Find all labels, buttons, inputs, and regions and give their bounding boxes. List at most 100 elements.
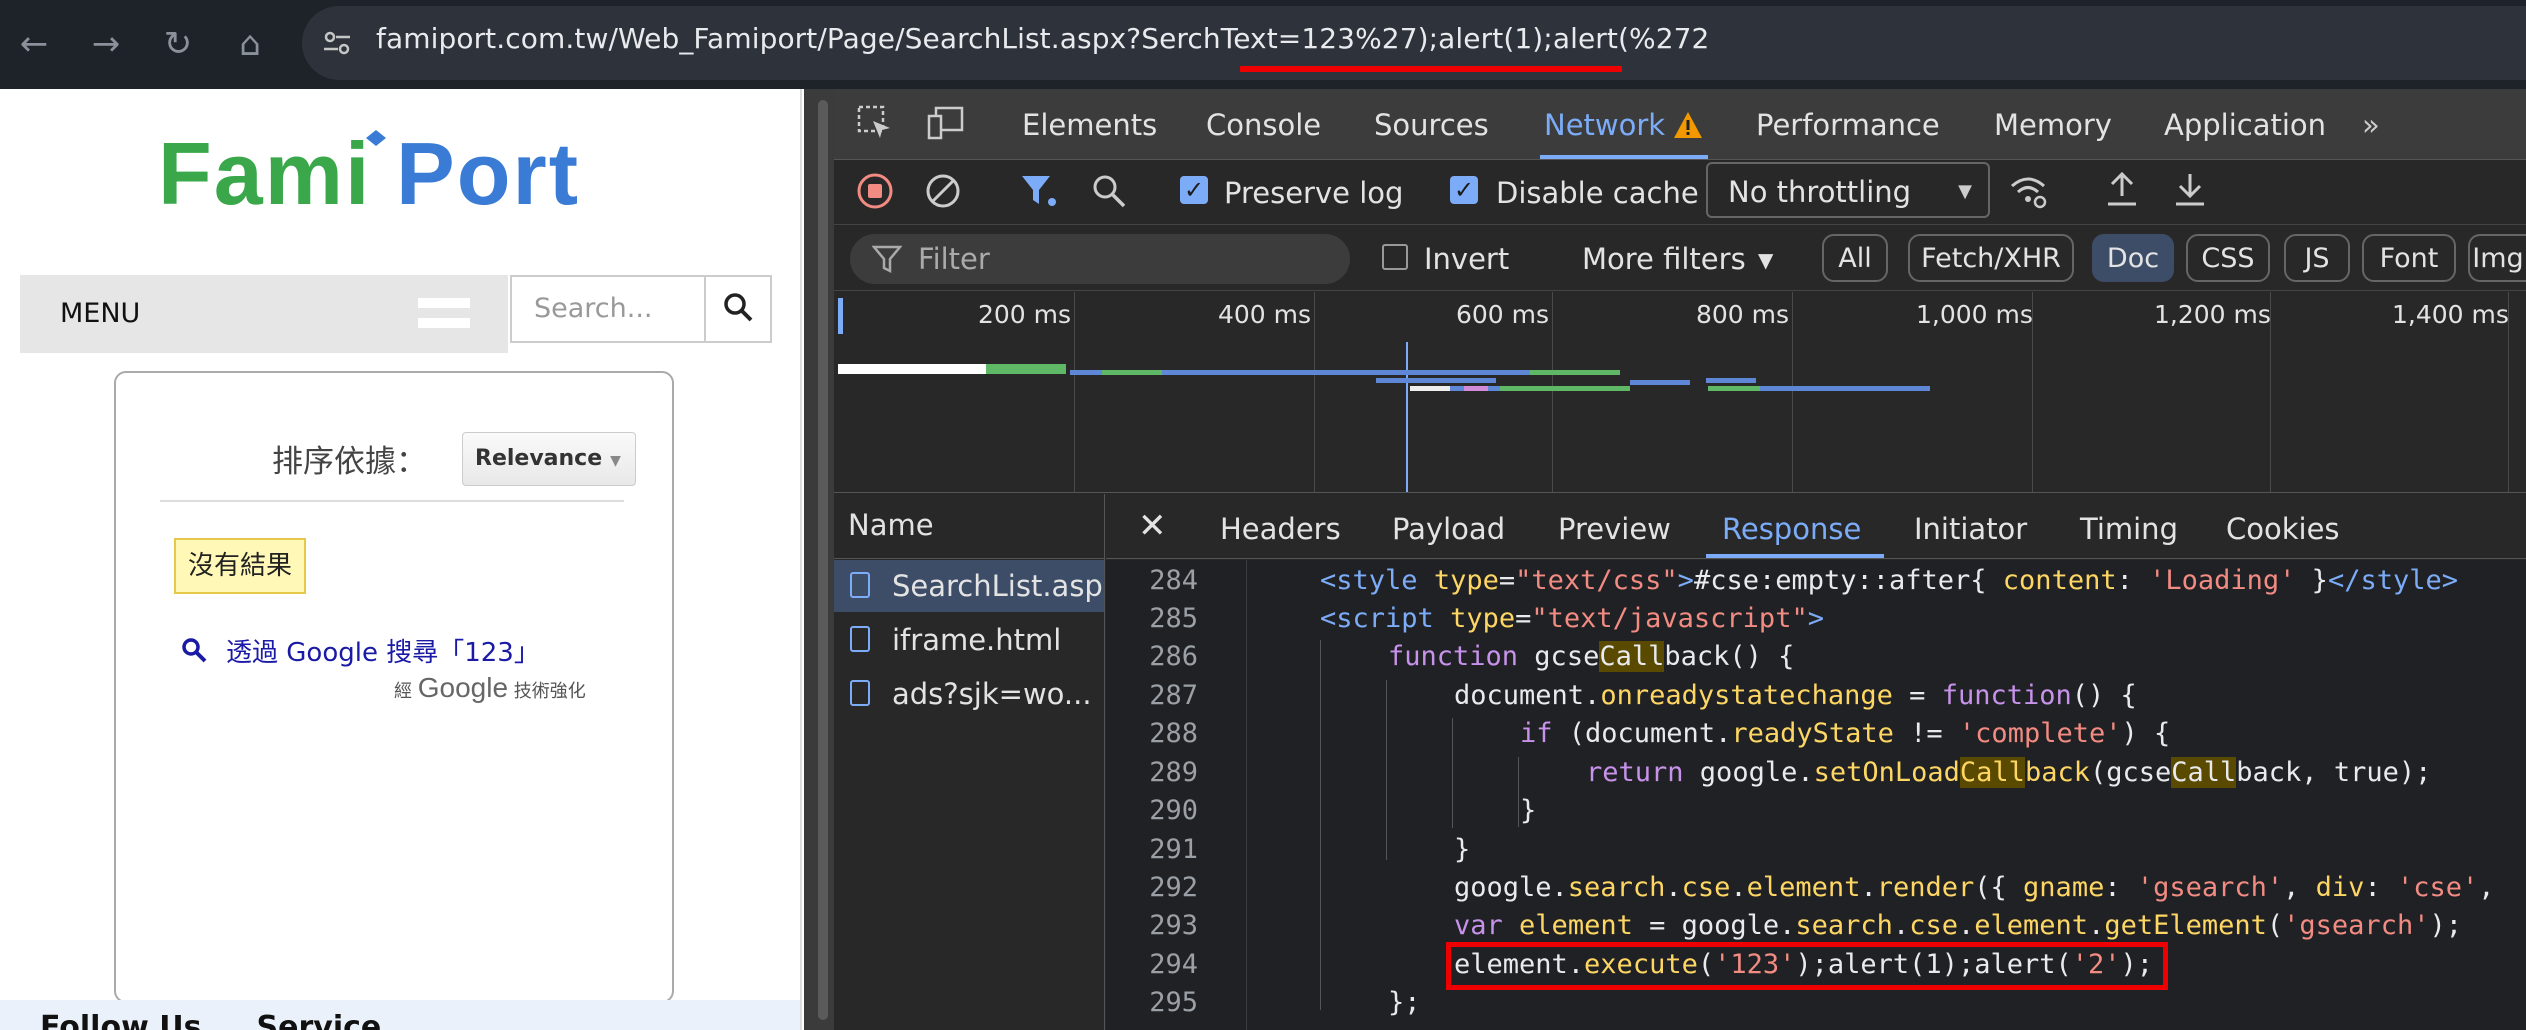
stop-recording-icon[interactable] [856,172,894,214]
indent-guide [1452,718,1453,828]
divider [160,500,624,502]
search-input[interactable]: Search... [510,275,730,343]
tab-payload[interactable]: Payload [1392,512,1505,546]
name-header-text: Name [848,508,934,542]
tab-performance[interactable]: Performance [1756,108,1940,142]
dropdown-caret-icon: ▼ [610,453,621,469]
site-settings-icon[interactable] [320,26,354,60]
chip-all[interactable]: All [1822,234,1888,282]
back-arrow-icon[interactable]: ← [12,22,56,66]
page-scrollbar[interactable] [818,100,828,1020]
name-column-header[interactable]: Name [834,494,1104,559]
tab-sources[interactable]: Sources [1374,108,1489,142]
tab-network[interactable]: Network [1544,108,1665,142]
invert-checkbox[interactable] [1382,244,1408,270]
preserve-log-label: Preserve log [1224,176,1404,210]
chip-doc[interactable]: Doc [2092,234,2174,282]
grid-line [1552,292,1553,492]
more-filters-dropdown[interactable]: More filters [1582,242,1746,276]
code-line: if (document.readyState != 'complete') { [1520,718,2171,749]
code-line: }; [1388,987,1421,1018]
chevron-down-icon: ▼ [1958,181,1972,202]
tick-1000: 1,000 ms [1916,300,2033,329]
tab-response[interactable]: Response [1722,512,1861,546]
svg-text:Fami: Fami [158,126,371,223]
code-line: return google.setOnLoadCallback(gcseCall… [1586,757,2432,788]
tab-memory[interactable]: Memory [1994,108,2112,142]
chip-fetch-xhr[interactable]: Fetch/XHR [1908,234,2074,282]
waterfall-bar [1706,378,1756,383]
export-har-icon[interactable] [2172,170,2208,214]
tab-application[interactable]: Application [2164,108,2326,142]
waterfall-bar [1410,386,1450,391]
more-tabs-chevron-icon[interactable]: » [2362,108,2380,142]
request-row[interactable]: iframe.html [834,614,1104,666]
code-line: function gcseCallback() { [1388,641,1795,672]
device-toolbar-icon[interactable] [926,104,966,146]
line-number: 292 [1149,872,1198,903]
code-line: <style type="text/css">#cse:empty::after… [1320,565,2458,596]
close-icon[interactable]: ✕ [1138,506,1167,546]
line-number: 294 [1149,949,1198,980]
line-number: 286 [1149,641,1198,672]
disable-cache-label: Disable cache [1496,176,1699,210]
grid-line [1314,292,1315,492]
document-icon [850,572,870,598]
gutter-divider [1246,560,1247,1030]
throttling-select[interactable]: No throttling ▼ [1706,162,1990,218]
filter-funnel-icon[interactable] [1020,172,1058,214]
search-button[interactable] [704,275,772,343]
request-row[interactable]: SearchList.aspx [834,560,1104,612]
tab-initiator[interactable]: Initiator [1914,512,2027,546]
grid-line [1074,292,1075,492]
line-number: 290 [1149,795,1198,826]
tab-preview[interactable]: Preview [1558,512,1671,546]
tab-elements[interactable]: Elements [1022,108,1157,142]
filter-icon [871,244,903,278]
network-conditions-icon[interactable] [2008,172,2048,214]
inspect-element-icon[interactable] [856,104,894,146]
tick-800: 800 ms [1696,300,1790,329]
preserve-log-checkbox[interactable]: ✓ [1180,176,1208,204]
chip-font[interactable]: Font [2362,234,2456,282]
tick-400: 400 ms [1218,300,1312,329]
chip-css[interactable]: CSS [2186,234,2270,282]
sort-dropdown[interactable]: Relevance ▼ [462,432,636,486]
tab-console[interactable]: Console [1206,108,1321,142]
waterfall-bar [838,364,986,374]
indent-guide [1320,640,1321,1010]
import-har-icon[interactable] [2104,170,2140,214]
tick-1400: 1,400 ms [2392,300,2509,329]
tick-600: 600 ms [1456,300,1550,329]
search-network-icon[interactable] [1090,172,1128,214]
dom-content-loaded-marker [1406,342,1408,492]
famiport-logo[interactable]: Fami Port [158,124,638,250]
waterfall-bar [1464,386,1488,391]
line-number: 285 [1149,603,1198,634]
code-line: <script type="text/javascript"> [1320,603,1824,634]
chip-js[interactable]: JS [2284,234,2350,282]
tick-1200: 1,200 ms [2154,300,2271,329]
url-text[interactable]: famiport.com.tw/Web_Famiport/Page/Search… [376,22,1709,55]
hamburger-icon[interactable] [418,298,470,308]
line-number: 291 [1149,834,1198,865]
disable-cache-checkbox[interactable]: ✓ [1450,176,1478,204]
tab-timing[interactable]: Timing [2080,512,2178,546]
grid-line [1792,292,1793,492]
line-number: 295 [1149,987,1198,1018]
chip-img[interactable]: Img [2468,234,2526,282]
indent-guide [1518,757,1519,827]
search-icon [724,293,753,322]
tab-headers[interactable]: Headers [1220,512,1341,546]
clear-icon[interactable] [924,172,962,214]
indent-guide [1386,680,1387,860]
network-timeline[interactable] [834,292,2526,493]
forward-arrow-icon[interactable]: → [84,22,128,66]
reload-icon[interactable]: ↻ [156,22,200,66]
tab-cookies[interactable]: Cookies [2226,512,2340,546]
timeline-start-handle[interactable] [838,298,843,334]
google-search-link[interactable]: 透過 Google 搜尋「123」 [226,632,540,669]
filter-input[interactable]: Filter [850,234,1350,284]
request-row[interactable]: ads?sjk=wo... [834,668,1104,720]
home-icon[interactable]: ⌂ [228,22,272,66]
